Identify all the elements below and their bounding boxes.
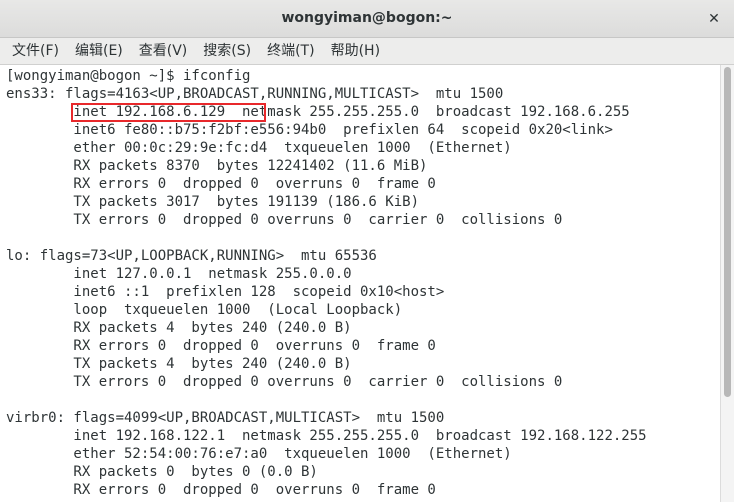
menu-help[interactable]: 帮助(H) [323, 38, 388, 65]
terminal-line: inet 192.168.122.1 netmask 255.255.255.0… [6, 428, 647, 444]
scrollbar-thumb[interactable] [724, 67, 731, 397]
vertical-scrollbar[interactable] [720, 65, 734, 502]
terminal-line: ens33: flags=4163<UP,BROADCAST,RUNNING,M… [6, 86, 504, 102]
terminal-line: TX errors 0 dropped 0 overruns 0 carrier… [6, 212, 563, 228]
menu-file[interactable]: 文件(F) [4, 38, 67, 65]
terminal-line: RX packets 8370 bytes 12241402 (11.6 MiB… [6, 158, 428, 174]
close-button[interactable]: ✕ [704, 9, 724, 29]
terminal-line: RX errors 0 dropped 0 overruns 0 frame 0 [6, 338, 436, 354]
title-bar: wongyiman@bogon:~ ✕ [0, 0, 734, 38]
terminal-line: RX errors 0 dropped 0 overruns 0 frame 0 [6, 482, 436, 498]
terminal-line: RX packets 0 bytes 0 (0.0 B) [6, 464, 318, 480]
inet-address-highlight [71, 103, 266, 122]
terminal-line: TX packets 3017 bytes 191139 (186.6 KiB) [6, 194, 420, 210]
terminal-line: ether 52:54:00:76:e7:a0 txqueuelen 1000 … [6, 446, 512, 462]
close-icon: ✕ [708, 11, 720, 27]
terminal-line: RX packets 4 bytes 240 (240.0 B) [6, 320, 352, 336]
terminal-line: virbr0: flags=4099<UP,BROADCAST,MULTICAS… [6, 410, 445, 426]
terminal-line: lo: flags=73<UP,LOOPBACK,RUNNING> mtu 65… [6, 248, 377, 264]
terminal-line: loop txqueuelen 1000 (Local Loopback) [6, 302, 403, 318]
terminal-line: inet6 ::1 prefixlen 128 scopeid 0x10<hos… [6, 284, 445, 300]
menu-terminal[interactable]: 终端(T) [259, 38, 322, 65]
terminal-line: TX errors 0 dropped 0 overruns 0 carrier… [6, 374, 563, 390]
terminal-line: inet6 fe80::b75:f2bf:e556:94b0 prefixlen… [6, 122, 613, 138]
terminal-line: [wongyiman@bogon ~]$ ifconfig [6, 68, 251, 84]
menu-edit[interactable]: 编辑(E) [67, 38, 131, 65]
terminal-line: ether 00:0c:29:9e:fc:d4 txqueuelen 1000 … [6, 140, 512, 156]
menu-view[interactable]: 查看(V) [131, 38, 196, 65]
menu-bar: 文件(F) 编辑(E) 查看(V) 搜索(S) 终端(T) 帮助(H) [0, 38, 734, 65]
terminal-line: RX errors 0 dropped 0 overruns 0 frame 0 [6, 176, 436, 192]
terminal-line: inet 127.0.0.1 netmask 255.0.0.0 [6, 266, 352, 282]
terminal-line: TX packets 4 bytes 240 (240.0 B) [6, 356, 352, 372]
terminal-window: wongyiman@bogon:~ ✕ 文件(F) 编辑(E) 查看(V) 搜索… [0, 0, 734, 502]
window-title: wongyiman@bogon:~ [281, 10, 453, 26]
terminal-text: [wongyiman@bogon ~]$ ifconfig ens33: flag… [6, 67, 647, 499]
menu-search[interactable]: 搜索(S) [195, 38, 259, 65]
terminal-output-area[interactable]: [wongyiman@bogon ~]$ ifconfig ens33: flag… [0, 65, 720, 502]
